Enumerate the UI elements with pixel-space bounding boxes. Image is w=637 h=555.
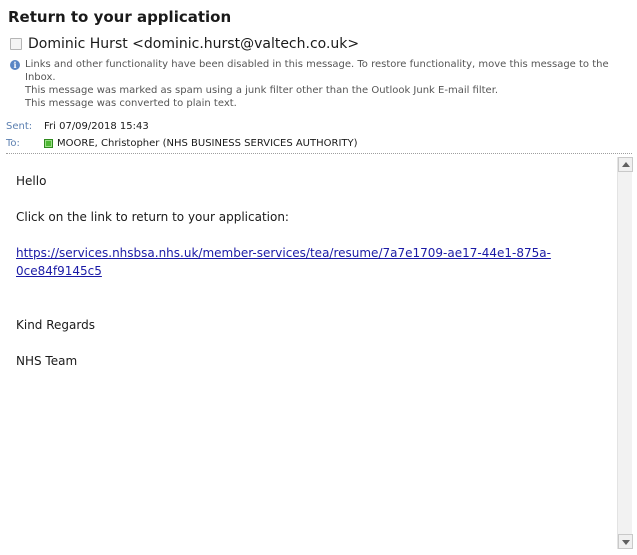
to-recipient[interactable]: MOORE, Christopher (NHS BUSINESS SERVICE…	[44, 138, 358, 149]
sender-checkbox[interactable]	[10, 38, 22, 50]
sender-row: Dominic Hurst <dominic.hurst@valtech.co.…	[10, 35, 359, 53]
to-label: To:	[6, 137, 20, 149]
infobar-line-spam: This message was marked as spam using a …	[25, 85, 499, 96]
to-row: To: MOORE, Christopher (NHS BUSINESS SER…	[6, 136, 626, 150]
body-team: NHS Team	[16, 354, 78, 368]
presence-status-icon	[44, 138, 53, 148]
sent-label: Sent:	[6, 120, 33, 132]
scroll-up-button[interactable]	[618, 157, 633, 172]
resume-link-line-1[interactable]: https://services.nhsbsa.nhs.uk/member-se…	[16, 246, 551, 260]
to-recipient-name[interactable]: MOORE, Christopher (NHS BUSINESS SERVICE…	[57, 138, 358, 149]
infobar-line-plain-text: This message was converted to plain text…	[25, 98, 237, 109]
vertical-scrollbar[interactable]	[617, 157, 633, 549]
scroll-up-arrow-icon	[622, 162, 630, 167]
scroll-down-button[interactable]	[618, 534, 633, 549]
email-subject: Return to your application	[8, 8, 232, 26]
header-divider	[6, 153, 632, 154]
sent-row: Sent: Fri 07/09/2018 15:43	[6, 119, 626, 133]
scroll-down-arrow-icon	[622, 540, 630, 545]
message-body[interactable]: Hello Click on the link to return to you…	[4, 155, 617, 550]
info-icon: i	[10, 60, 20, 70]
sender-name[interactable]: Dominic Hurst <dominic.hurst@valtech.co.…	[28, 36, 359, 52]
body-instruction: Click on the link to return to your appl…	[16, 210, 289, 224]
resume-link-line-2[interactable]: 0ce84f9145c5	[16, 264, 102, 278]
sent-value: Fri 07/09/2018 15:43	[44, 120, 149, 132]
body-signoff: Kind Regards	[16, 318, 95, 332]
infobar-line-links-disabled: Links and other functionality have been …	[25, 59, 609, 83]
infobar[interactable]: i Links and other functionality have bee…	[10, 58, 630, 110]
body-greeting: Hello	[16, 174, 47, 188]
